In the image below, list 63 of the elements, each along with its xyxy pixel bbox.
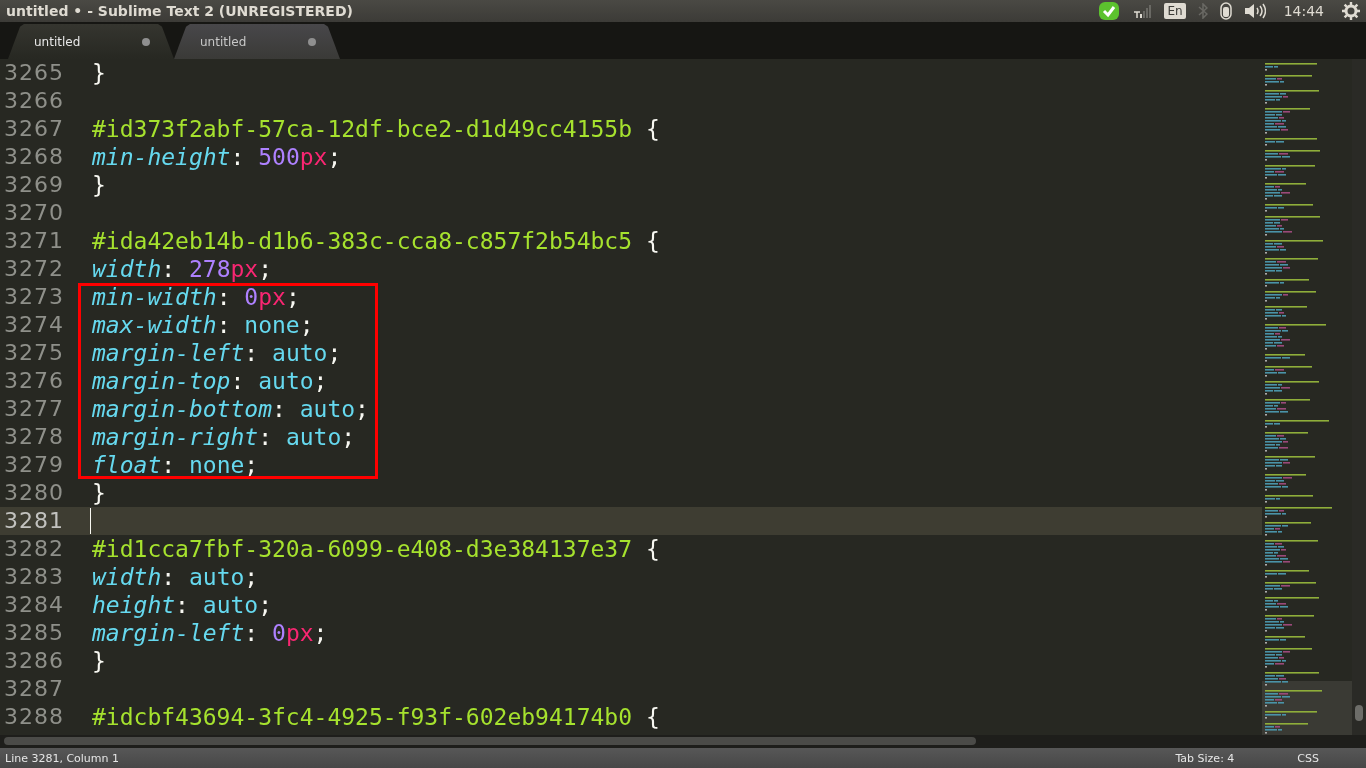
settings-icon[interactable] [1342, 2, 1360, 20]
code-line: } [91, 647, 106, 675]
line-number: 3276 [3, 367, 65, 395]
code-line: } [91, 59, 106, 87]
signal-icon[interactable] [1132, 3, 1153, 19]
minimap-drawing[interactable] [1262, 63, 1352, 735]
line-number: 3283 [3, 563, 65, 591]
code-line: } [91, 479, 106, 507]
line-number: 3277 [3, 395, 65, 423]
code-line: #idcbf43694-3fc4-4925-f93f-602eb94174b0 { [91, 703, 660, 731]
line-number: 3272 [3, 255, 65, 283]
highlighted-code-line: margin-left: auto; [78, 339, 378, 367]
code-line: width: auto; [91, 563, 259, 591]
code-line: width: 278px; [91, 255, 273, 283]
code-line: #id1cca7fbf-320a-6099-e408-d3e384137e37 { [91, 535, 660, 563]
editor-tab[interactable]: untitled [8, 24, 174, 59]
code-line: height: auto; [91, 591, 273, 619]
line-number: 3279 [3, 451, 65, 479]
syntax-setting[interactable]: CSS [1297, 751, 1319, 765]
code-line: min-height: 500px; [91, 143, 342, 171]
line-number: 3268 [3, 143, 65, 171]
tab-size-setting[interactable]: Tab Size: 4 [1175, 751, 1235, 765]
line-number: 3281 [3, 507, 65, 535]
highlighted-code-line: margin-bottom: auto; [78, 395, 378, 423]
line-number: 3273 [3, 283, 65, 311]
mouse-battery-icon[interactable] [1219, 2, 1232, 20]
check-status-icon[interactable] [1098, 1, 1121, 21]
code-line: #ida42eb14b-d1b6-383c-cca8-c857f2b54bc5 { [91, 227, 660, 255]
line-number: 3282 [3, 535, 65, 563]
line-number: 3267 [3, 115, 65, 143]
line-number: 3275 [3, 339, 65, 367]
line-number: 3284 [3, 591, 65, 619]
keyboard-layout-indicator[interactable]: En [1164, 3, 1186, 19]
editor-tab[interactable]: untitled [174, 24, 340, 59]
scrollbar-thumb[interactable] [4, 737, 976, 745]
line-number: 3271 [3, 227, 65, 255]
highlighted-code-line: margin-top: auto; [78, 367, 378, 395]
highlighted-code-line: min-width: 0px; [78, 283, 378, 311]
line-number: 3287 [3, 675, 65, 703]
window-title: untitled • - Sublime Text 2 (UNREGISTERED) [6, 3, 353, 19]
cursor-position: Line 3281, Column 1 [5, 751, 120, 765]
text-cursor [90, 508, 91, 534]
unsaved-dot-icon[interactable] [308, 37, 316, 46]
line-number: 3270 [3, 199, 65, 227]
highlighted-code-line: max-width: none; [78, 311, 378, 339]
code-line: margin-left: 0px; [91, 619, 328, 647]
line-number: 3274 [3, 311, 65, 339]
line-number: 3269 [3, 171, 65, 199]
clock[interactable]: 14:44 [1283, 3, 1324, 19]
line-number: 3288 [3, 703, 65, 731]
line-number: 3285 [3, 619, 65, 647]
line-number: 3286 [3, 647, 65, 675]
line-number: 3266 [3, 87, 65, 115]
unsaved-dot-icon[interactable] [142, 37, 150, 46]
highlighted-code-line: margin-right: auto; [78, 423, 378, 451]
code-line: #id373f2abf-57ca-12df-bce2-d1d49cc4155b { [91, 115, 660, 143]
line-number: 3280 [3, 479, 65, 507]
volume-icon[interactable] [1243, 3, 1266, 19]
highlighted-code-line: float: none; [78, 451, 378, 479]
scrollbar-thumb[interactable] [1355, 705, 1363, 721]
line-number: 3265 [3, 59, 65, 87]
line-number: 3278 [3, 423, 65, 451]
code-line: } [91, 171, 106, 199]
